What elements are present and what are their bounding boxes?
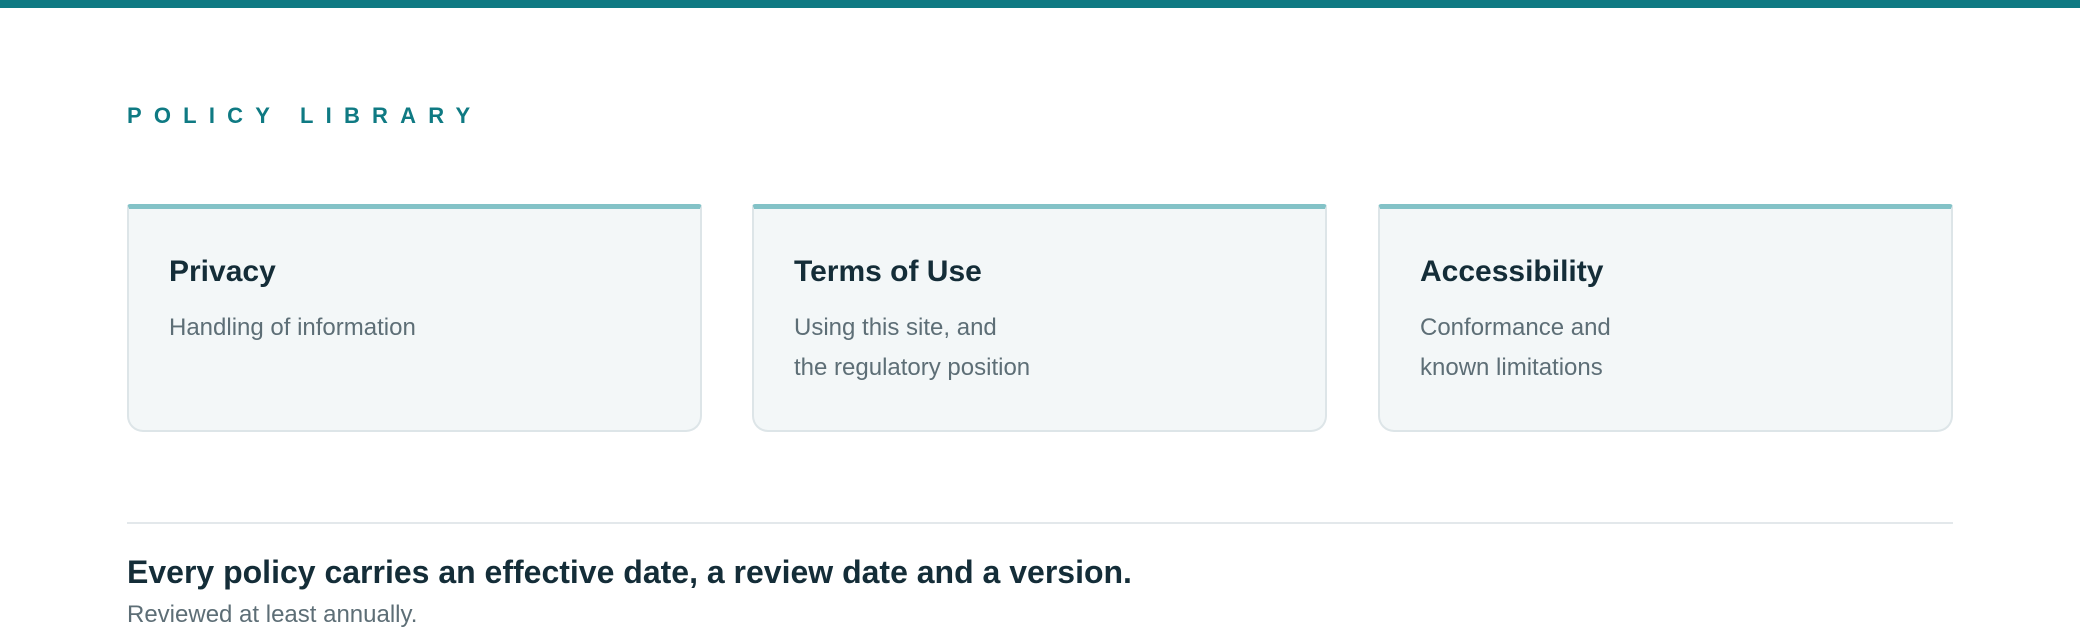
card-title: Terms of Use — [794, 255, 982, 288]
policy-summary-headline: Every policy carries an effective date, … — [127, 554, 1132, 590]
card-title: Accessibility — [1420, 255, 1604, 288]
policy-card-terms-of-use[interactable]: Terms of Use Using this site, and the re… — [752, 204, 1327, 432]
card-description: Handling of information — [169, 314, 416, 341]
top-accent-bar — [0, 0, 2080, 8]
policy-summary-subtext: Reviewed at least annually. — [127, 601, 418, 628]
section-eyebrow: POLICY LIBRARY — [127, 103, 483, 128]
policy-card-list: Privacy Handling of information Terms of… — [127, 204, 1953, 432]
policy-card-privacy[interactable]: Privacy Handling of information — [127, 204, 702, 432]
policy-card-accessibility[interactable]: Accessibility Conformance and known limi… — [1378, 204, 1953, 432]
card-description: Conformance and known limitations — [1420, 314, 1611, 381]
card-description: Using this site, and the regulatory posi… — [794, 314, 1031, 381]
card-title: Privacy — [169, 255, 276, 288]
section-divider — [127, 522, 1953, 524]
